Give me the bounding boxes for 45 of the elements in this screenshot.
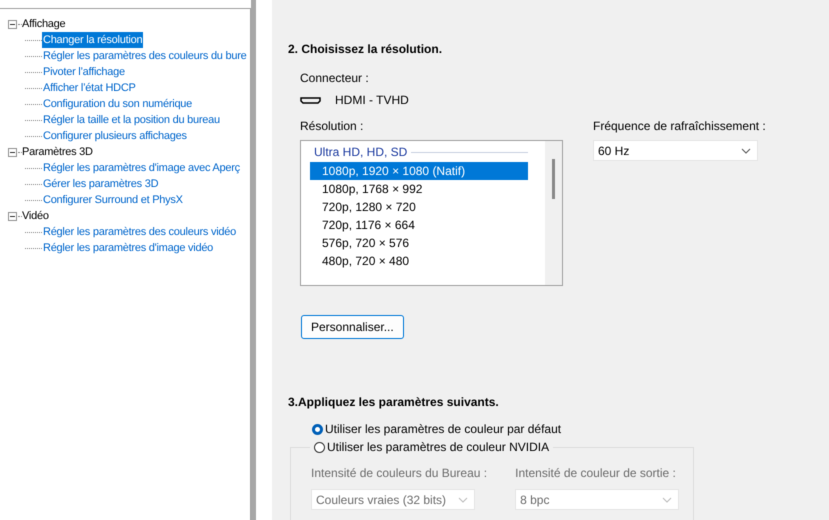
collapse-icon[interactable] (8, 20, 17, 28)
field-label: Résolution : (300, 119, 364, 133)
tree-item[interactable]: Configuration du son numérique (42, 96, 194, 112)
hdmi-port-icon (300, 96, 321, 104)
tree-item[interactable]: Changer la résolution (42, 32, 144, 48)
list-group-header: Ultra HD, HD, SD (314, 145, 408, 159)
tree-group-label[interactable]: Affichage (22, 18, 66, 30)
tree-group-label[interactable]: Paramètres 3D (22, 146, 93, 158)
chevron-down-icon (662, 496, 672, 502)
refresh-rate-dropdown[interactable]: 60 Hz (593, 140, 758, 161)
resolution-option[interactable]: 576p, 720 × 576 (310, 234, 528, 252)
resolution-option[interactable]: 1080p, 1920 × 1080 (Natif) (310, 162, 528, 180)
field-label: Fréquence de rafraîchissement : (593, 119, 766, 133)
field-label: Intensité de couleurs du Bureau : (311, 466, 488, 481)
resolution-option[interactable]: 720p, 1280 × 720 (310, 198, 528, 216)
tree-item[interactable]: Afficher l’état HDCP (42, 80, 137, 96)
resolution-option[interactable]: 480p, 720 × 480 (310, 252, 528, 270)
tree-item[interactable]: Régler la taille et la position du bureau (42, 112, 221, 128)
radio-button[interactable] (312, 424, 323, 434)
tree-item[interactable]: Régler les paramètres des couleurs du bure (42, 48, 248, 64)
section-heading: 3.Appliquez les paramètres suivants. (288, 395, 500, 411)
tree-item[interactable]: Régler les paramètres d'image avec Aperç (42, 160, 241, 176)
chevron-down-icon (741, 148, 751, 154)
section-heading: 2. Choisissez la résolution. (288, 42, 444, 58)
tree-item[interactable]: Configurer Surround et PhysX (42, 192, 184, 208)
radio-label[interactable]: Utiliser les paramètres de couleur NVIDIA (327, 440, 550, 454)
radio-label[interactable]: Utiliser les paramètres de couleur par défaut (325, 422, 562, 436)
connector-name: HDMI - TVHD (335, 93, 409, 107)
radio-button[interactable] (314, 442, 325, 452)
tree-item[interactable]: Configurer plusieurs affichages (42, 128, 188, 144)
tree-item[interactable]: Pivoter l’affichage (42, 64, 126, 80)
tree-item[interactable]: Régler les paramètres d'image vidéo (42, 240, 214, 256)
tree-item[interactable]: Régler les paramètres des couleurs vidéo (42, 224, 237, 240)
tree-item[interactable]: Gérer les paramètres 3D (42, 176, 160, 192)
resolution-list[interactable]: Ultra HD, HD, SD 1080p, 1920 × 1080 (Natif) 1080p, 1768 × 992 720p, 1280 × 720 720p, 1176 × 664 576p, 720 × 576 480p, 720 × 480 (300, 140, 563, 286)
scrollbar-thumb[interactable] (552, 159, 555, 199)
resolution-option[interactable]: 720p, 1176 × 664 (310, 216, 528, 234)
collapse-icon[interactable] (8, 148, 17, 156)
field-label: Connecteur : (300, 71, 370, 86)
tree-group-label[interactable]: Vidéo (22, 210, 49, 222)
resolution-option[interactable]: 1080p, 1768 × 992 (310, 180, 528, 198)
field-label: Intensité de couleur de sortie : (515, 466, 677, 481)
collapse-icon[interactable] (8, 212, 17, 220)
customize-button[interactable]: Personnaliser... (301, 315, 404, 339)
chevron-down-icon (458, 496, 468, 502)
